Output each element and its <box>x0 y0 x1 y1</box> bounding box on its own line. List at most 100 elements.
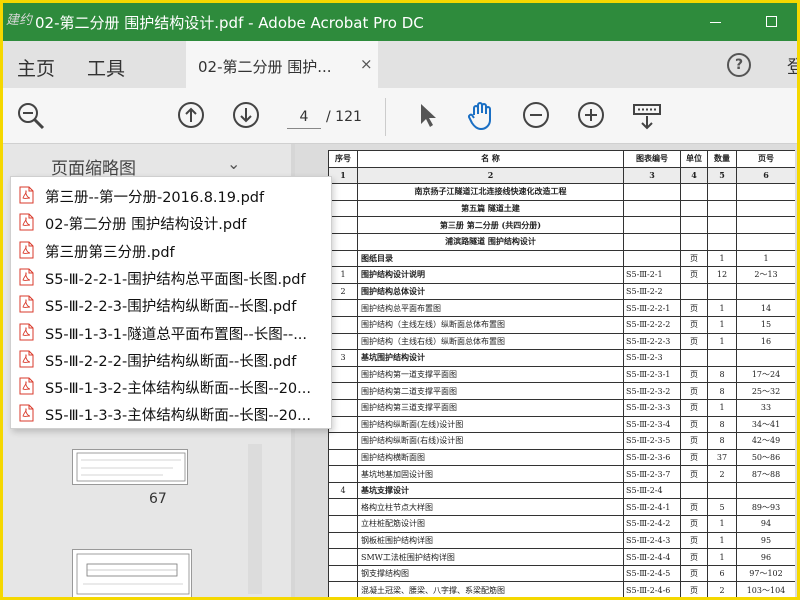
tab-tools[interactable]: 工具 <box>87 54 125 81</box>
maximize-icon <box>766 16 777 27</box>
maximize-button[interactable] <box>761 12 781 32</box>
toc-cell-no <box>328 581 358 597</box>
toc-cell-code: S5-Ⅲ-2-3-3 <box>623 398 681 417</box>
toc-cell-page: 16 <box>736 332 795 351</box>
zoom-out-icon[interactable] <box>521 100 551 130</box>
page-up-icon[interactable] <box>176 100 206 130</box>
toc-cell-code: S5-Ⅲ-2-4-5 <box>623 564 681 583</box>
page-total: / 121 <box>326 109 362 125</box>
signin-button[interactable]: 登 <box>787 53 797 79</box>
toc-row: 第三册 第二分册 (共四分册) <box>328 216 795 234</box>
thumbnail-scrollbar[interactable] <box>248 444 262 594</box>
toc-cell-unit: 页 <box>680 515 708 533</box>
toc-cell-page: 96 <box>736 548 795 566</box>
zoom-in-icon[interactable] <box>576 100 606 130</box>
recent-file-item[interactable]: 第三册第三分册.pdf <box>11 237 333 264</box>
toc-cell-page: 97～102 <box>736 564 795 583</box>
toc-cell-no <box>328 564 358 583</box>
toc-cell-unit: 页 <box>680 564 708 583</box>
toc-cell-name: 混凝土冠梁、腰梁、八字撑、系梁配筋图 <box>357 581 624 597</box>
toc-cell-unit: 页 <box>680 432 708 450</box>
help-icon[interactable]: ? <box>727 53 751 77</box>
toc-cell-code: S5-Ⅲ-2-1 <box>623 266 681 284</box>
toc-cell-qty: 1 <box>707 249 737 268</box>
toc-cell-name: 第五篇 隧道土建 <box>357 199 624 218</box>
toc-cell-name: 围护结构（主线右线）纵断面总体布置图 <box>357 332 624 351</box>
toc-cell-qty <box>707 349 737 367</box>
toc-cell-qty <box>707 199 737 218</box>
hand-tool-icon[interactable] <box>465 100 495 130</box>
recent-file-label: 02-第二分册 围护结构设计.pdf <box>45 217 247 234</box>
col-header-no: 序号 <box>328 150 358 168</box>
toc-cell-unit: 页 <box>680 266 708 284</box>
col-header-qty: 数量 <box>707 150 737 168</box>
recent-file-item[interactable]: S5-Ⅲ-2-2-3-围护结构纵断面--长图.pdf <box>11 291 333 318</box>
toc-cell-name: 围护结构第一道支撑平面图 <box>357 365 624 384</box>
toc-cell-qty: 2 <box>707 465 737 483</box>
toc-cell-name: 围护结构纵断面(右线)设计图 <box>357 432 624 450</box>
recent-files-dropdown: 第三册--第一分册-2016.8.19.pdf 02-第二分册 围护结构设计.pd… <box>10 176 332 429</box>
recent-file-item[interactable]: S5-Ⅲ-2-2-1-围护结构总平面图-长图.pdf <box>11 264 333 291</box>
toc-cell-name: 围护结构第二道支撑平面图 <box>357 382 624 400</box>
toc-cell-name: 基坑支撑设计 <box>357 481 624 500</box>
col-header-code: 图表编号 <box>623 150 681 168</box>
toc-cell-page <box>736 349 795 367</box>
title-bar: 建约 02-第二分册 围护结构设计.pdf - Adobe Acrobat Pr… <box>3 3 797 41</box>
toc-cell-code: S5-Ⅲ-2-3-5 <box>623 432 681 450</box>
pdf-file-icon <box>19 213 34 231</box>
minimize-button[interactable] <box>706 12 726 32</box>
toc-cell-code: S5-Ⅲ-2-4-2 <box>623 515 681 533</box>
toc-row: 围护结构（主线左线）纵断面总体布置图 S5-Ⅲ-2-2-2 页 1 15 <box>328 315 795 334</box>
toc-cell-unit: 页 <box>680 249 708 268</box>
select-cursor-icon[interactable] <box>413 100 443 130</box>
page-thumbnail[interactable] <box>72 449 188 485</box>
search-icon[interactable] <box>15 100 45 130</box>
toc-cell-page: 1 <box>736 249 795 268</box>
toc-cell-qty: 1 <box>707 315 737 334</box>
toc-row: 围护结构纵断面(左线)设计图 S5-Ⅲ-2-3-4 页 8 34～41 <box>328 415 795 434</box>
toc-cell-page: 34～41 <box>736 415 795 434</box>
scroll-mode-icon[interactable] <box>631 100 661 130</box>
toc-row: 第五篇 隧道土建 <box>328 199 795 218</box>
toc-cell-qty: 8 <box>707 432 737 450</box>
tab-home[interactable]: 主页 <box>17 54 55 81</box>
toc-cell-name: SMW工法桩围护结构详图 <box>357 548 624 566</box>
toc-cell-code <box>623 249 681 268</box>
toc-cell-code <box>623 232 681 251</box>
pdf-file-icon <box>19 377 34 395</box>
toc-cell-page: 17～24 <box>736 365 795 384</box>
toc-cell-code: S5-Ⅲ-2-4-6 <box>623 581 681 597</box>
tab-close-button[interactable]: × <box>360 55 373 73</box>
recent-file-item[interactable]: 第三册--第一分册-2016.8.19.pdf <box>11 182 333 209</box>
recent-file-item[interactable]: S5-Ⅲ-1-3-3-主体结构纵断面--长图--20... <box>11 400 333 427</box>
recent-file-item[interactable]: S5-Ⅲ-2-2-2-围护结构纵断面--长图.pdf <box>11 346 333 373</box>
recent-file-item[interactable]: S5-Ⅲ-1-3-1-隧道总平面布置图--长图--... <box>11 319 333 346</box>
recent-file-label: 第三册--第一分册-2016.8.19.pdf <box>45 190 265 206</box>
recent-file-item[interactable]: S5-Ⅲ-1-3-2-主体结构纵断面--长图--20... <box>11 373 333 400</box>
toc-cell-unit: 页 <box>680 382 708 400</box>
toc-cell-unit: 页 <box>680 365 708 384</box>
toc-cell-qty: 1 <box>707 515 737 533</box>
recent-file-label: 第三册第三分册.pdf <box>45 244 175 261</box>
tab-document[interactable]: 02-第二分册 围护... × <box>186 41 378 88</box>
page-number-input[interactable]: 4 <box>287 105 321 129</box>
page-down-icon[interactable] <box>231 100 261 130</box>
toc-cell-unit <box>680 232 708 251</box>
chevron-down-icon[interactable]: ⌄ <box>227 154 240 173</box>
recent-file-label: S5-Ⅲ-1-3-1-隧道总平面布置图--长图--... <box>45 326 308 343</box>
toc-cell-name: 围护结构设计说明 <box>357 266 624 284</box>
toc-cell-qty: 8 <box>707 415 737 434</box>
recent-file-item[interactable]: 02-第二分册 围护结构设计.pdf <box>11 209 333 236</box>
pdf-file-icon <box>19 268 34 286</box>
toc-cell-qty <box>707 282 737 301</box>
toc-cell-qty: 8 <box>707 365 737 384</box>
toc-cell-page: 50～86 <box>736 448 795 467</box>
toc-cell-no <box>328 432 358 450</box>
col-header-name: 名 称 <box>357 150 624 168</box>
toc-cell-name: 围护结构总平面布置图 <box>357 299 624 317</box>
toc-cell-qty: 5 <box>707 498 737 517</box>
toc-row: 围护结构第三道支撑平面图 S5-Ⅲ-2-3-3 页 1 33 <box>328 398 795 417</box>
toc-cell-name: 南京扬子江隧道江北连接线快速化改造工程 <box>357 183 624 201</box>
toc-cell-page <box>736 199 795 218</box>
page-thumbnail[interactable] <box>72 549 192 597</box>
